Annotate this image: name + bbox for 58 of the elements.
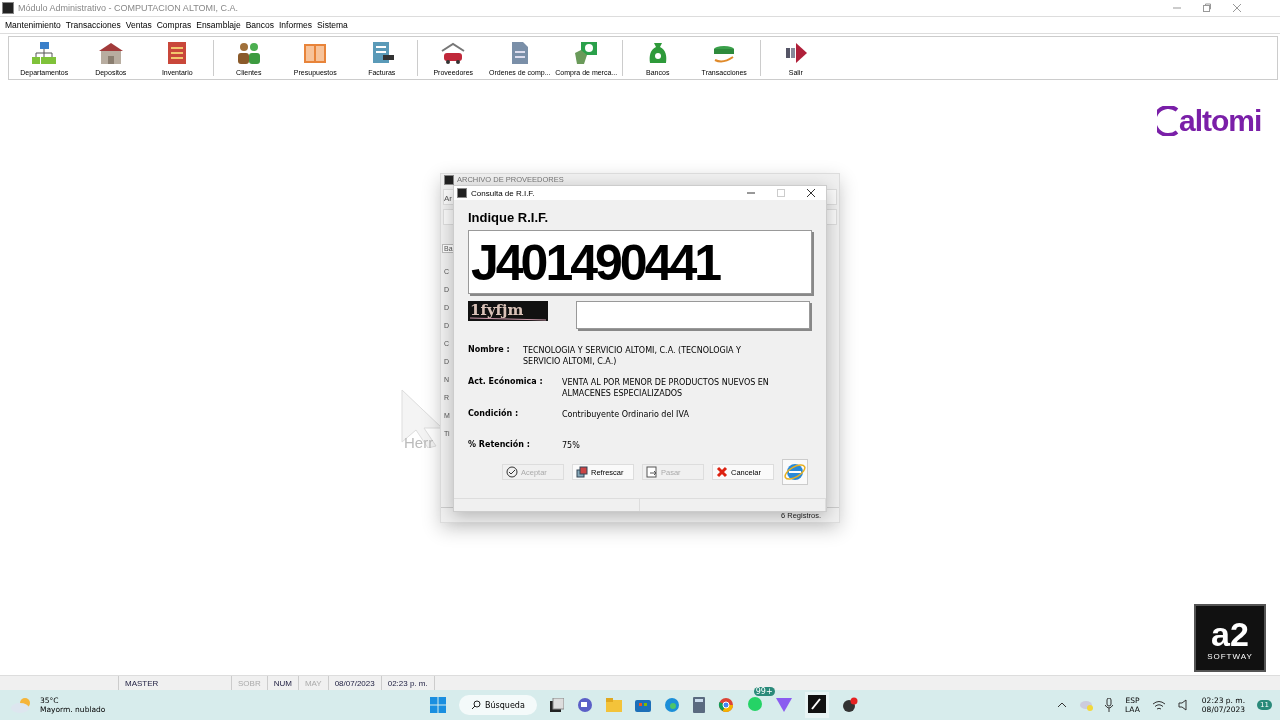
menu-item[interactable]: Mantenimiento	[5, 20, 61, 30]
windows-stack-icon	[576, 466, 588, 478]
hand-money-icon	[573, 40, 600, 65]
people-icon	[235, 40, 262, 65]
field-value: VENTA AL POR MENOR DE PRODUCTOS NUEVOS EN ALMACENES ESPECIALIZADOS	[562, 377, 770, 399]
field-label: % Retención :	[468, 440, 531, 451]
chat-icon[interactable]	[576, 697, 593, 713]
field-value: TECNOLOGIA Y SERVICIO ALTOMI, C.A. (TECNOLOGIA Y SERVICIO ALTOMI, C.A.)	[523, 345, 742, 367]
search-icon	[471, 700, 481, 710]
app-icon[interactable]	[807, 695, 826, 713]
field-label: Act. Ecónomica :	[468, 377, 544, 388]
menu-item[interactable]: Transacciones	[65, 20, 121, 30]
calculator-icon[interactable]	[692, 697, 705, 713]
start-icon[interactable]	[430, 697, 446, 713]
field-label: Indique R.I.F.	[468, 210, 550, 225]
restore-icon[interactable]	[1202, 3, 1212, 13]
maximize-icon	[776, 188, 786, 198]
speaker-icon[interactable]	[1177, 699, 1190, 711]
chrome-icon[interactable]	[717, 697, 734, 713]
car-icon	[440, 40, 467, 65]
menu-item[interactable]: Bancos	[245, 20, 274, 30]
rif-input[interactable]: J401490441	[468, 230, 812, 294]
close-icon[interactable]	[806, 188, 816, 198]
recorder-icon[interactable]	[841, 697, 858, 713]
menu-item[interactable]: Informes	[279, 20, 313, 30]
check-icon	[506, 466, 518, 478]
store-icon[interactable]	[634, 698, 651, 712]
field-label: Nombre :	[468, 345, 511, 356]
app-icon	[457, 188, 467, 198]
software-logo: a2 SOFTWAY	[1194, 604, 1266, 672]
chevron-up-icon[interactable]	[1057, 702, 1067, 708]
triangle-icon[interactable]	[775, 698, 792, 712]
menu-item[interactable]: Compras	[156, 20, 192, 30]
menu-item[interactable]: Ensamblaje	[196, 20, 241, 30]
browser-button[interactable]	[782, 459, 808, 485]
edge-icon[interactable]	[663, 697, 680, 713]
company-logo: altomi	[1157, 104, 1262, 138]
search-field[interactable]: Búsqueda	[459, 695, 537, 715]
field-label: Condición :	[468, 409, 520, 420]
task-view-icon[interactable]	[549, 698, 564, 712]
menu-item[interactable]: Ventas	[125, 20, 152, 30]
cross-icon	[716, 466, 728, 478]
org-chart-icon	[31, 40, 58, 65]
dialog-title: Consulta de R.I.F.	[471, 188, 535, 198]
wifi-icon[interactable]	[1151, 699, 1166, 711]
app-icon	[444, 174, 454, 185]
captcha-input[interactable]	[576, 301, 810, 329]
app-icon	[2, 2, 14, 14]
menu-item[interactable]: Ar	[444, 194, 452, 203]
notification-badge: 99+	[753, 687, 775, 696]
window-title: Módulo Administrativo - COMPUTACION ALTOMI, C.A.	[18, 3, 239, 13]
house-icon	[97, 40, 124, 65]
field-value: Contribuyente Ordinario del IVA	[562, 409, 690, 420]
menu-item[interactable]: Sistema	[317, 20, 348, 30]
microphone-icon[interactable]	[1105, 698, 1113, 712]
captcha-image: 1fyfjm	[468, 301, 548, 321]
globe-icon	[784, 461, 806, 483]
field-value: 75%	[562, 440, 581, 451]
